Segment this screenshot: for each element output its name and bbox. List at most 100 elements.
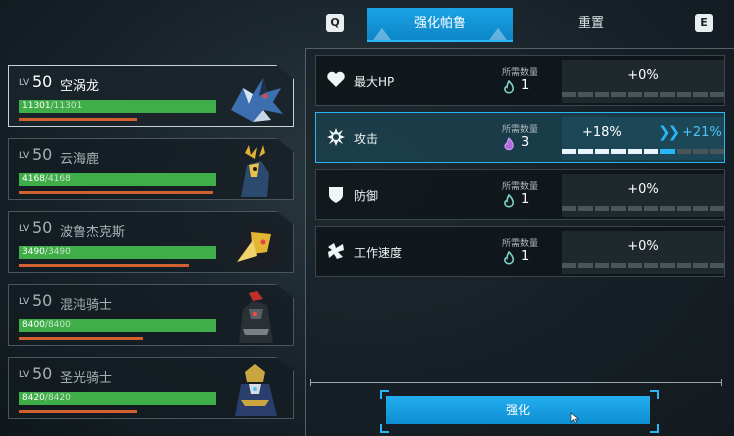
soul-large-icon [504, 137, 514, 151]
hp-max: /3490 [44, 247, 71, 257]
stat-value-box: +0% [562, 231, 725, 274]
level-segment [693, 206, 708, 211]
stat-row-defense[interactable]: 防御 所需数量 1 +0% [315, 169, 725, 220]
hp-text: 8400/8400 [22, 319, 71, 332]
stat-name: 防御 [354, 189, 379, 203]
level-segment [709, 263, 725, 268]
required-amount-label: 所需数量 [502, 68, 539, 78]
stat-value-box: +0% [562, 174, 725, 217]
level-segment [627, 206, 643, 211]
heart-icon [327, 71, 345, 87]
level-segment [693, 149, 708, 154]
level-segment [660, 149, 675, 154]
stat-panel: 最大HP 所需数量 1 +0% 攻击 所需数量 3 +18% ❯❯ +21% 防… [305, 48, 734, 436]
pal-name: 圣光骑士 [60, 371, 113, 386]
level-prefix: LV [19, 224, 30, 234]
required-count: 3 [521, 135, 530, 150]
level-segment [676, 263, 692, 268]
current-bonus: +0% [627, 239, 659, 254]
stat-value-box: +18% ❯❯ +21% [562, 117, 725, 160]
level-segment [660, 206, 675, 211]
top-tab-bar: Q 强化帕鲁 重置 E [0, 0, 734, 40]
pal-card[interactable]: LV 50 波鲁杰克斯 3490/3490 [8, 211, 294, 273]
e-key-hint[interactable]: E [695, 14, 713, 32]
pal-card[interactable]: LV 50 云海鹿 4168/4168 [8, 138, 294, 200]
hp-max: /8420 [44, 393, 71, 403]
level-segment [578, 149, 593, 154]
level-segment [644, 149, 659, 154]
level-segment [627, 92, 643, 97]
level-segment [562, 92, 577, 97]
shield-icon [329, 187, 343, 203]
level-segments [562, 92, 725, 97]
stat-name: 工作速度 [354, 246, 403, 260]
level-segments [562, 206, 725, 211]
hp-max: /8400 [44, 320, 71, 330]
pal-list: LV 50 空涡龙 11301/11301 LV 50 云海鹿 4168/416… [0, 58, 296, 436]
hp-max: /11301 [50, 101, 83, 111]
hp-bar: 4168/4168 [19, 173, 216, 186]
level-segment [578, 206, 593, 211]
level-number: 50 [32, 145, 53, 164]
hp-text: 8420/8420 [22, 392, 71, 405]
pal-name: 混沌骑士 [60, 298, 113, 313]
required-count: 1 [521, 249, 530, 264]
current-bonus: +0% [627, 68, 659, 83]
pal-name: 云海鹿 [60, 152, 100, 167]
level-segment [594, 263, 610, 268]
level-segment [693, 92, 708, 97]
stat-row-attack[interactable]: 攻击 所需数量 3 +18% ❯❯ +21% [315, 112, 725, 163]
hp-max: /4168 [44, 174, 71, 184]
tab-reset[interactable]: 重置 [518, 8, 664, 40]
hp-bar: 8420/8420 [19, 392, 216, 405]
level-number: 50 [32, 291, 53, 310]
sanity-bar [19, 118, 137, 121]
next-bonus: +21% [682, 125, 722, 140]
hp-current: 8420 [22, 393, 45, 403]
pal-name: 空涡龙 [60, 79, 100, 94]
level-segment [578, 263, 593, 268]
pal-card[interactable]: LV 50 圣光骑士 8420/8420 [8, 357, 294, 419]
enhance-button[interactable]: 强化 [386, 396, 650, 424]
stat-row-work-speed[interactable]: 工作速度 所需数量 1 +0% [315, 226, 725, 277]
level-segment [676, 92, 692, 97]
level-segment [562, 149, 577, 154]
level-segment [660, 92, 675, 97]
hp-current: 11301 [22, 101, 51, 111]
stat-value-box: +0% [562, 60, 725, 103]
level-segment [627, 149, 643, 154]
level-segment [611, 149, 626, 154]
q-key-hint[interactable]: Q [326, 14, 344, 32]
level-segment [676, 206, 692, 211]
current-bonus: +0% [627, 182, 659, 197]
hp-current: 4168 [22, 174, 45, 184]
level-number: 50 [32, 72, 53, 91]
tab-enhance-pal[interactable]: 强化帕鲁 [367, 8, 513, 40]
hp-bar: 3490/3490 [19, 246, 216, 259]
hp-bar: 11301/11301 [19, 100, 216, 113]
level-segment [627, 263, 643, 268]
level-segment [611, 92, 626, 97]
active-tab-underline [367, 40, 513, 42]
sanity-bar [19, 337, 143, 340]
level-segment [594, 206, 610, 211]
stat-name: 最大HP [354, 75, 395, 89]
pal-card[interactable]: LV 50 混沌骑士 8400/8400 [8, 284, 294, 346]
pal-name: 波鲁杰克斯 [60, 225, 126, 240]
hp-current: 8400 [22, 320, 45, 330]
level-segment [578, 92, 593, 97]
level-segment [644, 92, 659, 97]
stat-row-max-hp[interactable]: 最大HP 所需数量 1 +0% [315, 55, 725, 106]
required-count: 1 [521, 78, 530, 93]
hp-text: 4168/4168 [22, 173, 71, 186]
hp-current: 3490 [22, 247, 45, 257]
current-bonus: +18% [582, 125, 622, 140]
level-number: 50 [32, 364, 53, 383]
level-segment [693, 263, 708, 268]
pal-card[interactable]: LV 50 空涡龙 11301/11301 [8, 65, 294, 127]
deer-portrait-icon [223, 143, 287, 199]
holy-knight-portrait-icon [223, 362, 287, 418]
soul-small-icon [504, 194, 515, 208]
level-segment [611, 206, 626, 211]
work-speed-icon [328, 243, 344, 259]
